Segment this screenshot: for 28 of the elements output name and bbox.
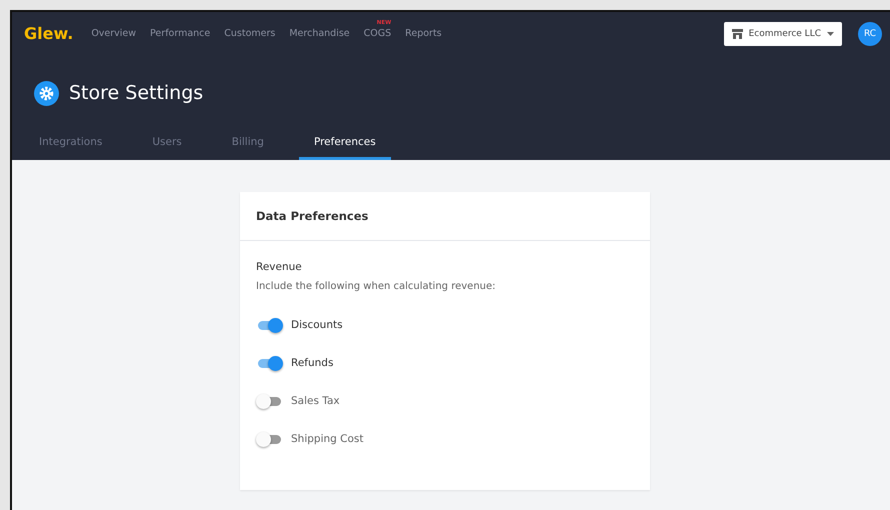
- brand-logo[interactable]: Glew.: [24, 24, 74, 43]
- nav-link[interactable]: Merchandise: [289, 28, 350, 39]
- settings-tab[interactable]: Preferences: [298, 136, 391, 160]
- section-description: Include the following when calculating revenue:: [256, 281, 497, 292]
- nav-link[interactable]: Performance: [150, 28, 210, 39]
- toggle-label: Discounts: [291, 319, 343, 331]
- nav-link[interactable]: COGS: [364, 28, 392, 39]
- gear-icon: [34, 80, 59, 106]
- settings-tab[interactable]: Integrations: [24, 136, 118, 160]
- card-title: Data Preferences: [256, 209, 368, 223]
- section-heading: Revenue: [256, 261, 303, 273]
- user-avatar[interactable]: RC: [858, 22, 882, 46]
- store-selector[interactable]: Ecommerce LLC: [724, 22, 842, 46]
- nav-link[interactable]: Overview: [91, 28, 136, 39]
- nav-link[interactable]: Reports: [405, 28, 442, 39]
- toggle-label: Refunds: [291, 357, 334, 369]
- toggle-switch[interactable]: [258, 320, 281, 330]
- toggle-switch[interactable]: [258, 396, 281, 406]
- settings-tab[interactable]: Billing: [216, 136, 279, 160]
- nav-link[interactable]: Customers: [224, 28, 276, 39]
- store-icon: [732, 28, 743, 38]
- toggle-label: Sales Tax: [291, 395, 340, 407]
- toggle-label: Shipping Cost: [291, 433, 364, 445]
- caret-icon: [827, 32, 834, 36]
- toggle-switch[interactable]: [258, 358, 281, 368]
- toggle-switch[interactable]: [258, 434, 281, 444]
- settings-tab[interactable]: Users: [137, 136, 197, 160]
- page-title: Store Settings: [69, 82, 204, 104]
